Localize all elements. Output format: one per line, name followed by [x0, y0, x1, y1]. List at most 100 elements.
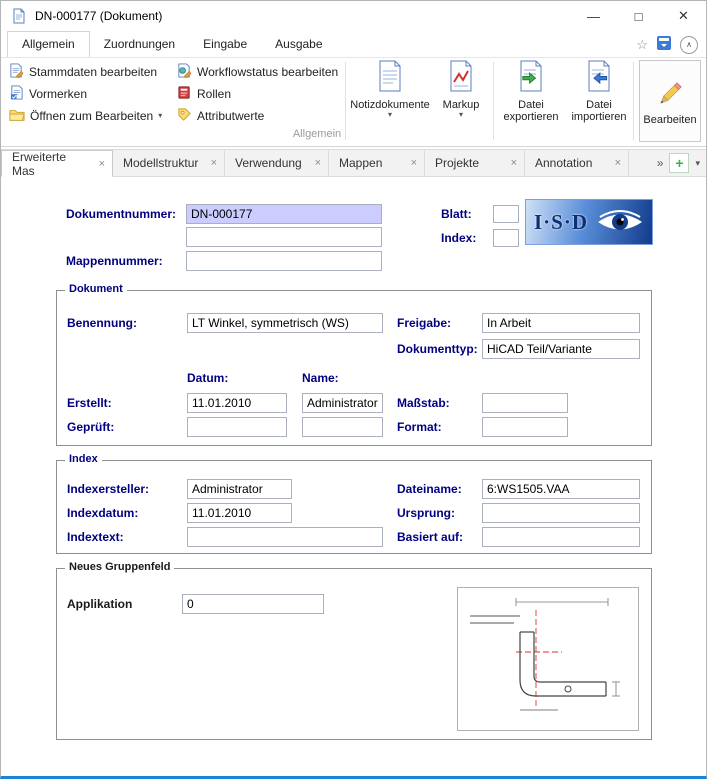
dateiname-field[interactable]: 6:WS1505.VAA [482, 479, 640, 499]
ribbon-separator [633, 62, 634, 140]
ribbon-tab-bar: Allgemein Zuordnungen Eingabe Ausgabe [1, 31, 706, 57]
drawing-sketch [458, 588, 636, 728]
ribbon-tab-eingabe[interactable]: Eingabe [189, 32, 261, 57]
close-tab-icon[interactable]: × [411, 157, 417, 169]
dokument-group-caption: Dokument [65, 283, 127, 295]
geprueft-label: Geprüft: [67, 420, 114, 434]
notes-doc-icon [377, 60, 403, 96]
tab-annotation[interactable]: Annotation × [525, 150, 629, 176]
collapse-ribbon-icon[interactable]: ∧ [680, 36, 698, 54]
attribute-values-icon [177, 107, 192, 125]
add-tab-button[interactable]: + [669, 153, 689, 173]
chevron-down-icon: ▾ [158, 112, 162, 120]
tab-projekte[interactable]: Projekte × [425, 150, 525, 176]
geprueft-datum-field[interactable] [187, 417, 287, 437]
datei-exportieren-button[interactable]: Datei exportieren [499, 60, 563, 124]
dokumentnummer-label: Dokumentnummer: [66, 207, 176, 221]
dokumentnummer-field[interactable]: DN-000177 [186, 204, 382, 224]
freigabe-label: Freigabe: [397, 316, 451, 330]
bearbeiten-button[interactable]: Bearbeiten [639, 60, 701, 142]
tab-mappen[interactable]: Mappen × [329, 150, 425, 176]
close-button[interactable]: ✕ [661, 1, 706, 31]
erstellt-datum-field[interactable]: 11.01.2010 [187, 393, 287, 413]
ribbon-body: Stammdaten bearbeiten Vormerken Öffnen z… [1, 57, 706, 147]
applikation-label: Applikation [67, 597, 132, 611]
indexersteller-field[interactable]: Administrator [187, 479, 292, 499]
indexdatum-field[interactable]: 11.01.2010 [187, 503, 292, 523]
datum-column-label: Datum: [187, 371, 228, 385]
blatt-field[interactable] [493, 205, 519, 223]
workflowstatus-bearbeiten-button[interactable]: Workflowstatus bearbeiten [177, 62, 338, 82]
benennung-field[interactable]: LT Winkel, symmetrisch (WS) [187, 313, 383, 333]
ribbon-tab-allgemein[interactable]: Allgemein [7, 31, 90, 58]
benennung-label: Benennung: [67, 316, 137, 330]
isd-logo-text: I·S·D [534, 210, 588, 235]
window-title: DN-000177 (Dokument) [35, 9, 162, 23]
part-drawing-preview [457, 587, 639, 731]
tab-verwendung[interactable]: Verwendung × [225, 150, 329, 176]
tab-modellstruktur[interactable]: Modellstruktur × [113, 150, 225, 176]
vormerken-button[interactable]: Vormerken [9, 84, 87, 104]
name-column-label: Name: [302, 371, 339, 385]
form-tab-bar: Erweiterte Mas × Modellstruktur × Verwen… [1, 149, 706, 177]
export-file-icon [518, 60, 544, 96]
open-folder-icon [9, 108, 25, 125]
attributwerte-button[interactable]: Attributwerte [177, 106, 264, 126]
ribbon-tab-ausgabe[interactable]: Ausgabe [261, 32, 336, 57]
close-tab-icon[interactable]: × [615, 157, 621, 169]
erstellt-name-field[interactable]: Administrator [302, 393, 383, 413]
markup-icon [448, 60, 474, 96]
tab-erweiterte-mas[interactable]: Erweiterte Mas × [1, 150, 113, 177]
document-window: DN-000177 (Dokument) — □ ✕ Allgemein Zuo… [0, 0, 707, 779]
gruppenfeld-caption: Neues Gruppenfeld [65, 561, 174, 573]
ursprung-field[interactable] [482, 503, 640, 523]
mappennummer-field[interactable] [186, 251, 382, 271]
stammdaten-bearbeiten-button[interactable]: Stammdaten bearbeiten [9, 62, 157, 82]
dokumentnummer-field-2[interactable] [186, 227, 382, 247]
ursprung-label: Ursprung: [397, 506, 455, 520]
index-field[interactable] [493, 229, 519, 247]
ribbon-display-options-icon[interactable] [656, 35, 672, 54]
edit-masterdata-icon [9, 63, 24, 81]
dokumenttyp-label: Dokumenttyp: [397, 342, 478, 356]
neues-gruppenfeld-group: Neues Gruppenfeld Applikation 0 [56, 568, 652, 740]
basiert-auf-field[interactable] [482, 527, 640, 547]
document-icon [11, 8, 27, 24]
indexersteller-label: Indexersteller: [67, 482, 149, 496]
minimize-button[interactable]: — [571, 1, 616, 31]
indextext-field[interactable] [187, 527, 383, 547]
massstab-label: Maßstab: [397, 396, 450, 410]
rollen-button[interactable]: Rollen [177, 84, 231, 104]
index-label: Index: [441, 231, 476, 245]
title-bar: DN-000177 (Dokument) — □ ✕ [1, 1, 706, 31]
tab-overflow-button[interactable]: » [657, 156, 664, 170]
ribbon-group-label: Allgemein [1, 128, 633, 140]
massstab-field[interactable] [482, 393, 568, 413]
oeffnen-zum-bearbeiten-button[interactable]: Öffnen zum Bearbeiten ▾ [9, 106, 162, 126]
tab-dropdown-button[interactable]: ▾ [695, 158, 700, 169]
maximize-button[interactable]: □ [616, 1, 661, 31]
dokumenttyp-field[interactable]: HiCAD Teil/Variante [482, 339, 640, 359]
mappennummer-label: Mappennummer: [66, 254, 163, 268]
eye-icon [594, 207, 646, 237]
indexdatum-label: Indexdatum: [67, 506, 138, 520]
geprueft-name-field[interactable] [302, 417, 383, 437]
freigabe-field[interactable]: In Arbeit [482, 313, 640, 333]
close-tab-icon[interactable]: × [315, 157, 321, 169]
workflow-status-icon [177, 63, 192, 81]
favorite-star-icon[interactable]: ☆ [636, 37, 648, 53]
indextext-label: Indextext: [67, 530, 124, 544]
datei-importieren-button[interactable]: Datei importieren [567, 60, 631, 124]
close-tab-icon[interactable]: × [211, 157, 217, 169]
close-tab-icon[interactable]: × [99, 158, 105, 170]
erstellt-label: Erstellt: [67, 396, 112, 410]
ribbon-tab-zuordnungen[interactable]: Zuordnungen [90, 32, 189, 57]
format-label: Format: [397, 420, 442, 434]
format-field[interactable] [482, 417, 568, 437]
applikation-field[interactable]: 0 [182, 594, 324, 614]
blatt-label: Blatt: [441, 207, 472, 221]
close-tab-icon[interactable]: × [511, 157, 517, 169]
markup-button[interactable]: Markup ▾ [435, 60, 487, 119]
notizdokumente-button[interactable]: Notizdokumente ▾ [351, 60, 429, 119]
roles-icon [177, 85, 192, 103]
